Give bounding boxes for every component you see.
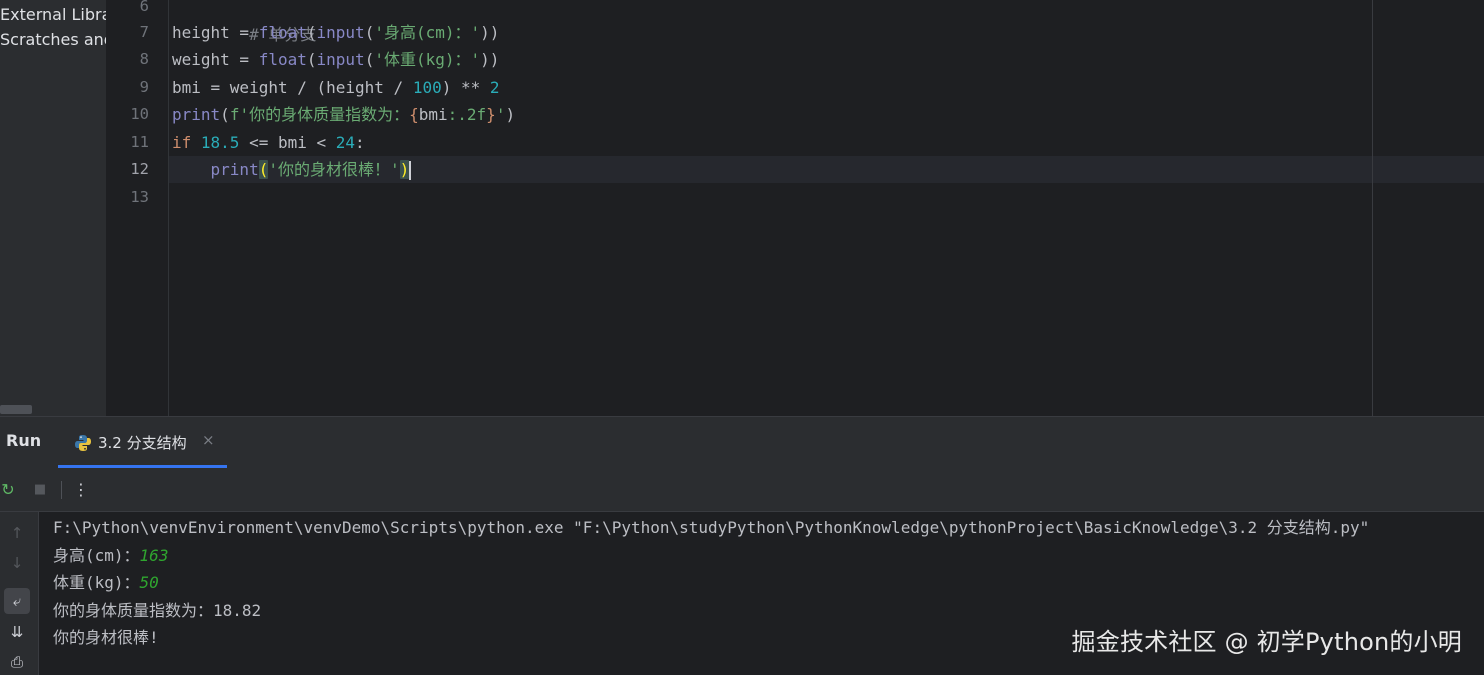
console-prompt: 身高(cm)： xyxy=(53,545,140,565)
line-number: 10 xyxy=(130,105,149,123)
expression: <= bmi < xyxy=(239,132,336,152)
builtin-call: print xyxy=(172,105,221,124)
operator: = xyxy=(229,22,259,42)
code-line-11[interactable]: if 18.5 <= bmi < 24: xyxy=(172,129,365,157)
line-number: 7 xyxy=(139,22,149,41)
paren: ( xyxy=(306,22,317,42)
paren: )) xyxy=(480,22,500,42)
arrow-up-icon[interactable]: ↑ xyxy=(4,520,30,546)
console-user-input: 50 xyxy=(139,573,159,592)
paren-match: ) xyxy=(399,160,410,179)
builtin-call: float xyxy=(258,22,307,42)
stop-icon[interactable]: ■ xyxy=(29,478,51,500)
code-line-8[interactable]: weight = float(input('体重(kg)：')) xyxy=(172,46,499,74)
operator: = xyxy=(229,50,259,69)
run-header: Run 3.2 分支结构 × xyxy=(0,417,1484,470)
expression: ) ** xyxy=(441,77,490,97)
console-line-bmi: 你的身体质量指数为：18.82 xyxy=(53,600,262,620)
builtin-call: print xyxy=(210,160,259,179)
console-line-command: F:\Python\venvEnvironment\venvDemo\Scrip… xyxy=(53,518,1370,537)
line-number: 9 xyxy=(139,77,149,96)
paren: ( xyxy=(364,22,375,42)
text-caret xyxy=(409,161,412,180)
fstring-brace: { xyxy=(409,105,419,124)
ide-window: External Librar Scratches and 6 7 8 9 10… xyxy=(0,0,1484,675)
code-area[interactable]: # 单分支 height = float(input('身高(cm)：')) w… xyxy=(169,0,1484,416)
line-gutter: 6 7 8 9 10 11 12 13 xyxy=(107,0,169,416)
soft-wrap-icon[interactable]: ⤶ xyxy=(4,588,30,614)
code-line-6[interactable]: # 单分支 xyxy=(172,0,316,44)
number-literal: 24 xyxy=(335,132,356,152)
number-literal: 2 xyxy=(489,77,500,97)
code-line-7[interactable]: height = float(input('身高(cm)：')) xyxy=(172,19,499,47)
keyword: if xyxy=(172,132,192,152)
line-number-current: 12 xyxy=(130,160,149,178)
run-toolbar: ↻ ■ ⋮ xyxy=(0,469,1484,512)
string-literal: ' xyxy=(495,105,506,124)
paren: ( xyxy=(364,50,375,69)
identifier: weight xyxy=(172,50,230,69)
colon: : xyxy=(355,132,365,152)
console-side-toolbar: ↑ ↓ ⤶ ⇊ ⎙ xyxy=(0,512,39,675)
paren: ) xyxy=(505,105,516,124)
identifier: height xyxy=(172,22,230,42)
toolbar-separator xyxy=(61,481,62,499)
line-number: 6 xyxy=(139,0,149,15)
project-tree-scrollbar[interactable] xyxy=(0,405,32,414)
run-tab-3-2[interactable]: 3.2 分支结构 × xyxy=(58,417,227,468)
code-line-12[interactable]: print('你的身材很棒！') xyxy=(172,156,412,184)
builtin-call: float xyxy=(258,50,307,69)
fstring-expression: bmi xyxy=(418,105,448,124)
fstring-format: :.2f xyxy=(447,105,487,124)
console-user-input: 163 xyxy=(139,545,169,565)
console-prompt: 体重(kg)： xyxy=(53,573,140,592)
fstring-brace: } xyxy=(486,105,496,124)
paren: ( xyxy=(220,105,230,124)
print-icon[interactable]: ⎙ xyxy=(4,649,30,675)
string-literal: '你的身材很棒！' xyxy=(268,160,400,179)
console-line-weight: 体重(kg)：50 xyxy=(53,569,1484,597)
code-line-10[interactable]: print(f'你的身体质量指数为：{bmi:.2f}') xyxy=(172,101,515,129)
run-title: Run xyxy=(6,431,42,450)
paren: )) xyxy=(480,50,500,69)
number-literal: 18.5 xyxy=(200,132,240,152)
scroll-to-end-icon[interactable]: ⇊ xyxy=(4,619,30,645)
code-editor[interactable]: 6 7 8 9 10 11 12 13 # 单分支 height = float… xyxy=(107,0,1484,416)
paren: ( xyxy=(306,50,317,69)
more-options-icon[interactable]: ⋮ xyxy=(70,478,92,500)
arrow-down-icon[interactable]: ↓ xyxy=(4,550,30,576)
rerun-icon[interactable]: ↻ xyxy=(0,478,19,500)
line-number: 11 xyxy=(130,132,149,151)
string-literal: '体重(kg)：' xyxy=(374,50,481,69)
run-tab-label: 3.2 分支结构 xyxy=(98,434,187,452)
close-icon[interactable]: × xyxy=(202,431,215,449)
number-literal: 100 xyxy=(412,77,442,97)
line-number: 8 xyxy=(139,50,149,68)
line-number: 13 xyxy=(130,187,149,206)
expression: bmi = weight / (height / xyxy=(172,77,413,97)
watermark: 掘金技术社区 @ 初学Python的小明 xyxy=(1071,628,1462,656)
paren-match: ( xyxy=(258,160,269,179)
python-icon xyxy=(75,435,91,451)
builtin-call: input xyxy=(316,50,365,69)
fstring-literal: f'你的身体质量指数为： xyxy=(229,105,410,124)
builtin-call: input xyxy=(316,22,365,42)
console-line-height: 身高(cm)：163 xyxy=(53,542,1484,570)
tree-item-external-libraries[interactable]: External Librar xyxy=(0,2,106,27)
code-line-9[interactable]: bmi = weight / (height / 100) ** 2 xyxy=(172,74,500,102)
tree-item-scratches[interactable]: Scratches and xyxy=(0,27,106,52)
project-tree: External Librar Scratches and xyxy=(0,0,107,416)
string-literal: '身高(cm)：' xyxy=(374,22,481,42)
